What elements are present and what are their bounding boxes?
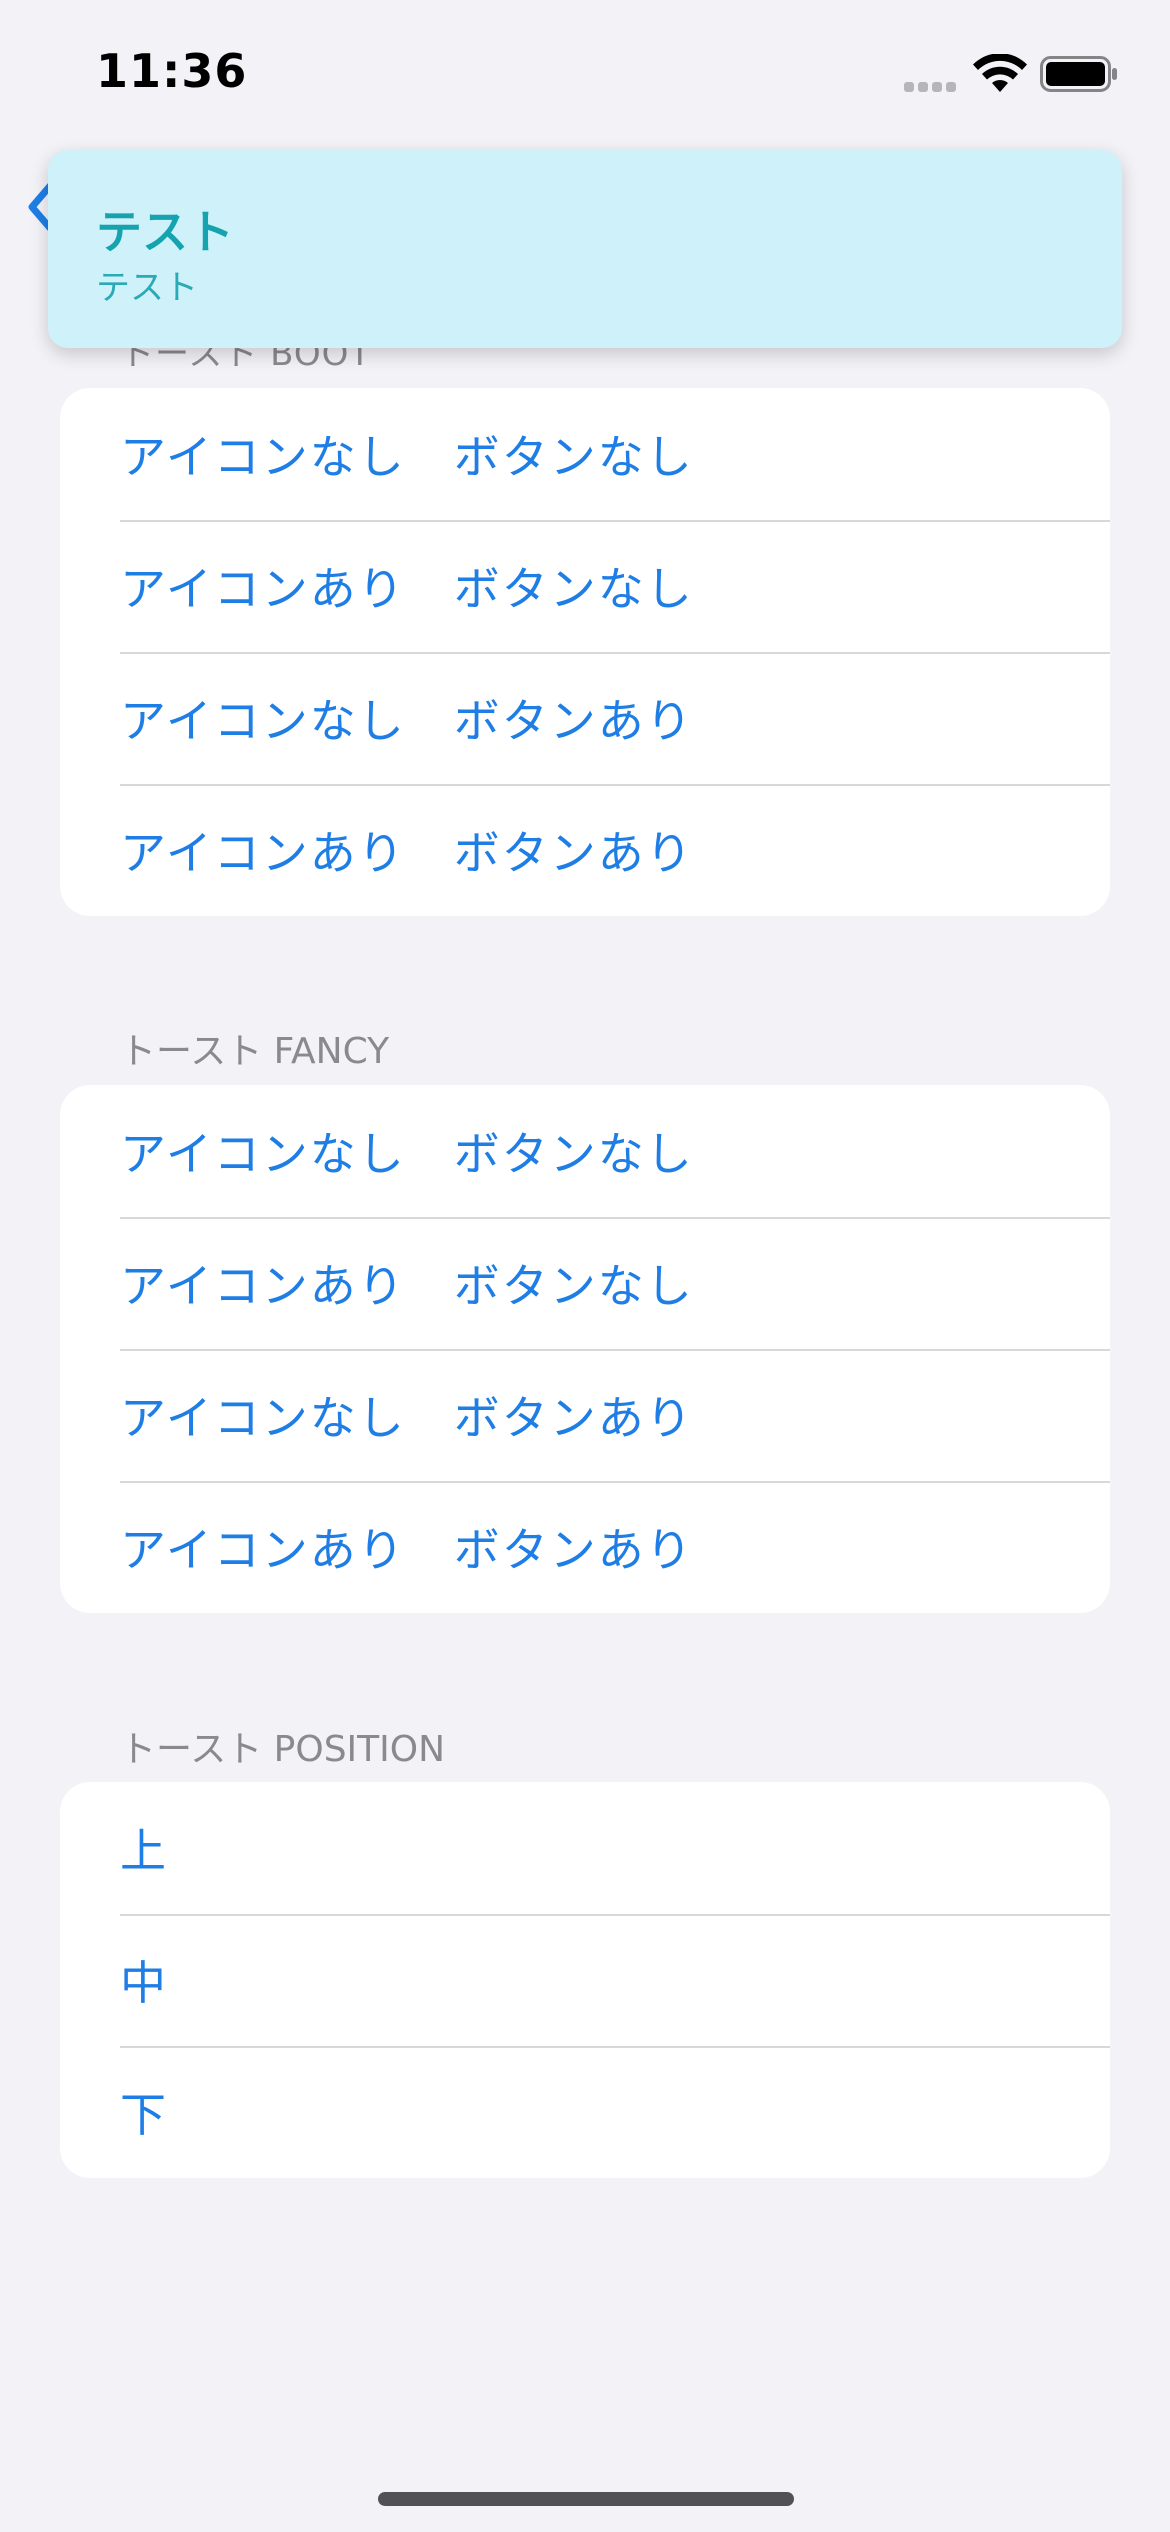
status-bar: 11:36 [0,0,1170,140]
toast-title: テスト [96,205,234,259]
screen: 11:36 トースト BOOT アイコンなし ボタンなし アイコンあり ボタンな… [0,0,1170,2532]
toast-subtitle: テスト [96,268,198,308]
home-indicator[interactable] [378,2492,794,2506]
list-item[interactable]: 上 [60,1782,1110,1914]
list-item[interactable]: 中 [60,1914,1110,2046]
list-item[interactable]: アイコンあり ボタンなし [60,1217,1110,1349]
section-header-fancy: トースト FANCY [120,1031,390,1072]
list-item[interactable]: アイコンなし ボタンあり [60,1349,1110,1481]
list-group-boot: アイコンなし ボタンなし アイコンあり ボタンなし アイコンなし ボタンあり ア… [60,388,1110,916]
cellular-signal-icon [904,78,958,92]
list-group-fancy: アイコンなし ボタンなし アイコンあり ボタンなし アイコンなし ボタンあり ア… [60,1085,1110,1613]
list-item[interactable]: アイコンあり ボタンあり [60,1481,1110,1613]
list-item[interactable]: アイコンなし ボタンなし [60,1085,1110,1217]
list-item[interactable]: アイコンなし ボタンあり [60,652,1110,784]
list-group-position: 上 中 下 [60,1782,1110,2178]
status-time: 11:36 [96,44,248,98]
wifi-icon [973,54,1027,92]
list-item[interactable]: アイコンあり ボタンなし [60,520,1110,652]
list-item[interactable]: 下 [60,2046,1110,2178]
toast-notification[interactable]: テスト テスト [48,150,1122,348]
list-item[interactable]: アイコンなし ボタンなし [60,388,1110,520]
list-item[interactable]: アイコンあり ボタンあり [60,784,1110,916]
section-header-position: トースト POSITION [120,1729,446,1770]
battery-icon [1040,56,1117,92]
